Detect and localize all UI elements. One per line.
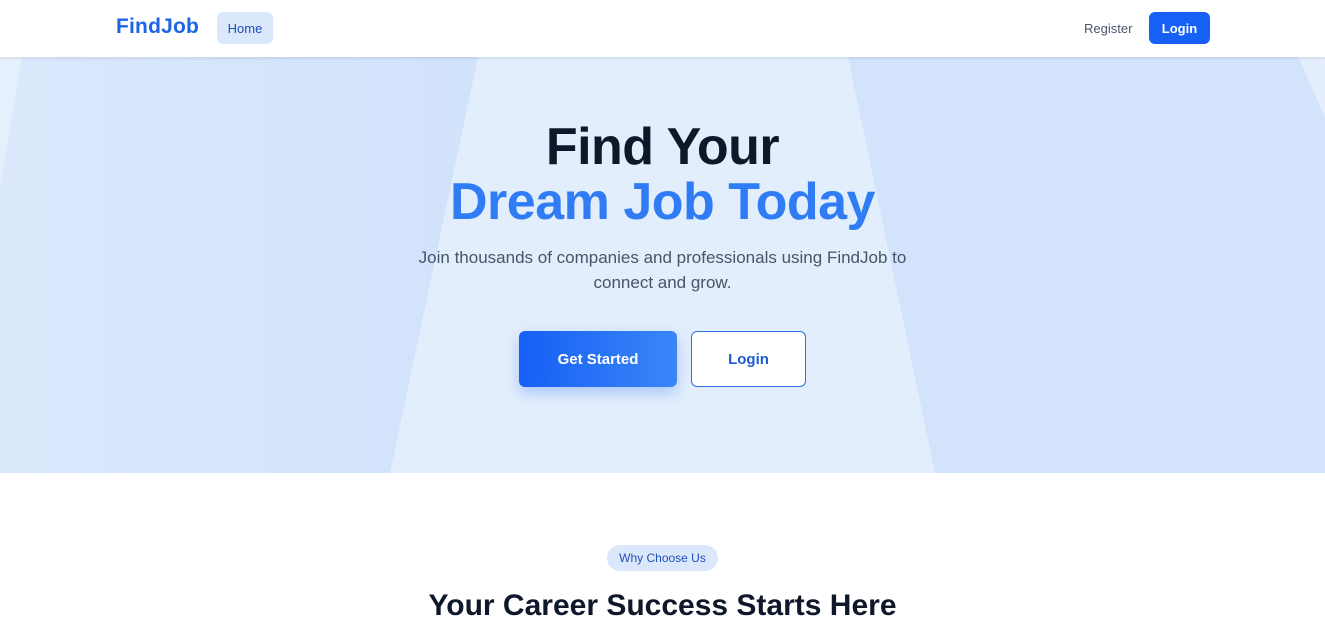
why-choose-us-badge: Why Choose Us [607, 545, 718, 571]
section-title: Your Career Success Starts Here [428, 589, 897, 622]
nav-home-link[interactable]: Home [217, 12, 273, 44]
brand-logo[interactable]: FindJob [116, 15, 199, 39]
hero-title-line1: Find Your [545, 118, 780, 176]
hero-subtitle: Join thousands of companies and professi… [418, 248, 907, 292]
nav-register-link[interactable]: Register [1078, 12, 1138, 44]
nav-login-button[interactable]: Login [1149, 12, 1210, 44]
hero-section: Find Your Dream Job Today Join thousands… [0, 57, 1325, 473]
navbar: FindJob Home Register Login [0, 0, 1325, 57]
hero-title-line2: Dream Job Today [450, 173, 875, 231]
hero-login-button[interactable]: Login [691, 331, 806, 387]
get-started-button[interactable]: Get Started [519, 331, 677, 387]
